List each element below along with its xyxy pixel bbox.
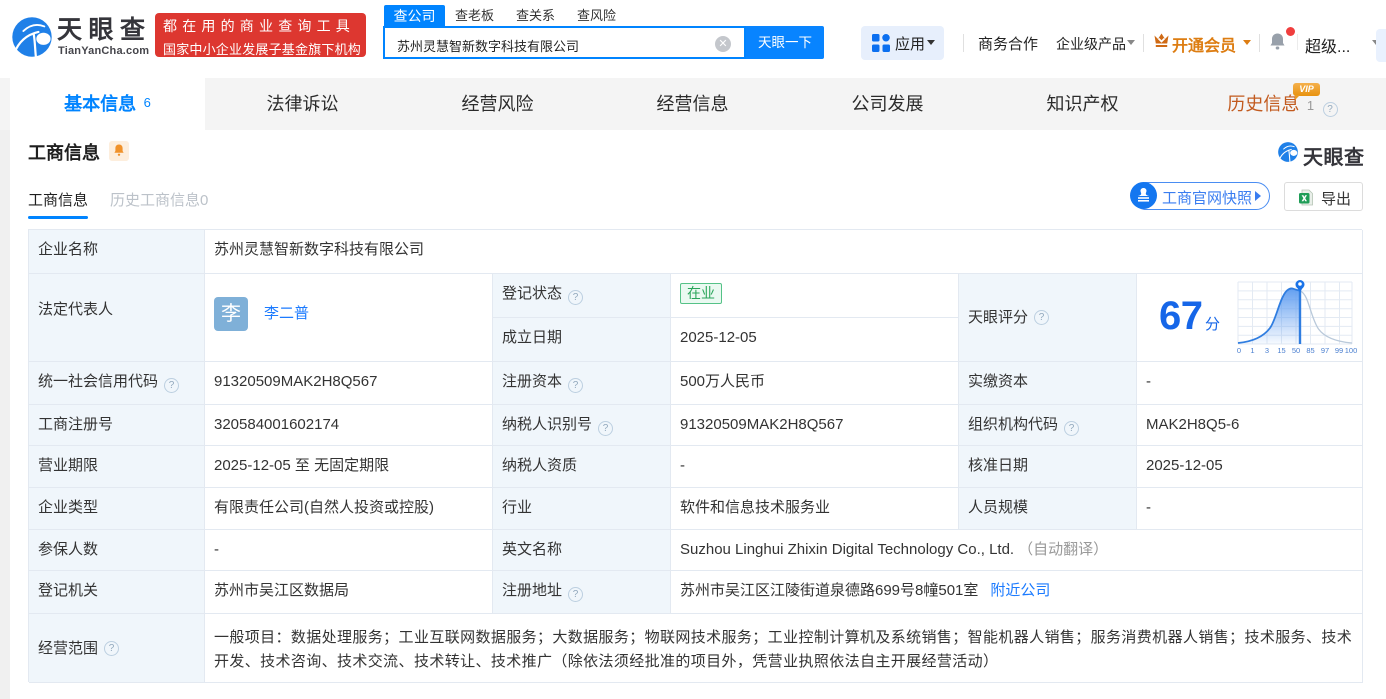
- svg-text:100: 100: [1345, 346, 1358, 355]
- svg-text:97: 97: [1321, 346, 1329, 355]
- svg-text:99: 99: [1335, 346, 1343, 355]
- svg-text:85: 85: [1306, 346, 1314, 355]
- svg-text:1: 1: [1250, 346, 1254, 355]
- svg-text:3: 3: [1265, 346, 1269, 355]
- svg-text:50: 50: [1292, 346, 1300, 355]
- svg-text:15: 15: [1277, 346, 1285, 355]
- svg-text:0: 0: [1237, 346, 1241, 355]
